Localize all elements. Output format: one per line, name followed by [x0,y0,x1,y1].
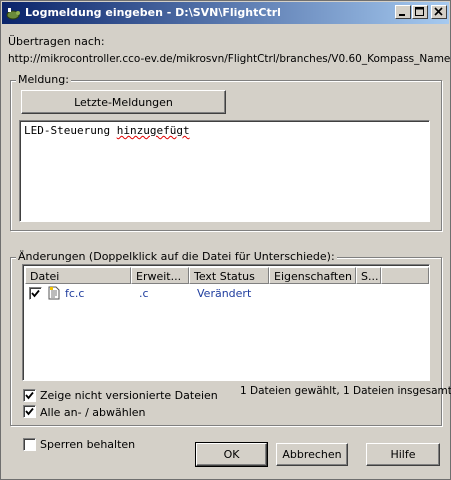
file-extension: .c [139,287,149,300]
file-text-status: Verändert [197,287,252,300]
column-header-properties[interactable]: Eigenschaften [269,267,356,284]
selection-summary: 1 Dateien gewählt, 1 Dateien insgesamt [240,385,451,397]
maximize-button[interactable] [412,5,428,19]
title-bar[interactable]: Logmeldung eingeben - D:\SVN\FlightCtrl [2,2,449,24]
recent-messages-button[interactable]: Letzte-Meldungen [21,90,226,114]
changes-group-label: Änderungen (Doppelklick auf die Datei fü… [16,250,337,263]
message-group-label: Meldung: [16,73,71,86]
show-unversioned-label: Zeige nicht versionierte Dateien [40,389,218,402]
close-button[interactable] [431,5,447,19]
column-header-s[interactable]: S... [356,267,381,284]
show-unversioned-checkbox[interactable] [23,389,36,402]
keep-locks-checkbox[interactable] [23,438,36,451]
help-button[interactable]: Hilfe [366,443,440,466]
commit-dialog: Logmeldung eingeben - D:\SVN\FlightCtrl … [0,0,451,480]
column-header-filler [381,267,429,284]
select-all-checkbox[interactable] [23,405,36,418]
cancel-button[interactable]: Abbrechen [276,443,348,466]
changes-list[interactable]: Datei Erweit... Text Status Eigenschafte… [22,264,430,381]
table-row[interactable]: fc.c .c Verändert [25,285,429,303]
window-title: Logmeldung eingeben - D:\SVN\FlightCtrl [25,6,281,19]
text-file-icon [48,286,60,303]
message-word-misspelled: hinzugefügt [116,124,190,137]
message-word: LED-Steuerung [24,124,111,137]
minimize-button[interactable] [395,5,411,19]
ok-button[interactable]: OK [195,442,268,467]
row-checkbox[interactable] [29,287,42,300]
commit-to-label: Übertragen nach: [8,35,105,48]
column-header-extension[interactable]: Erweit... [131,267,189,284]
column-header-file[interactable]: Datei [25,267,131,284]
message-input[interactable]: LED-Steuerung hinzugefügt [19,120,430,222]
tortoisesvn-icon [5,5,21,21]
keep-locks-label: Sperren behalten [40,438,136,451]
commit-url: http://mikrocontroller.cco-ev.de/mikrosv… [8,53,451,65]
file-name: fc.c [65,287,85,300]
column-header-text-status[interactable]: Text Status [189,267,269,284]
select-all-label: Alle an- / abwählen [40,406,146,419]
